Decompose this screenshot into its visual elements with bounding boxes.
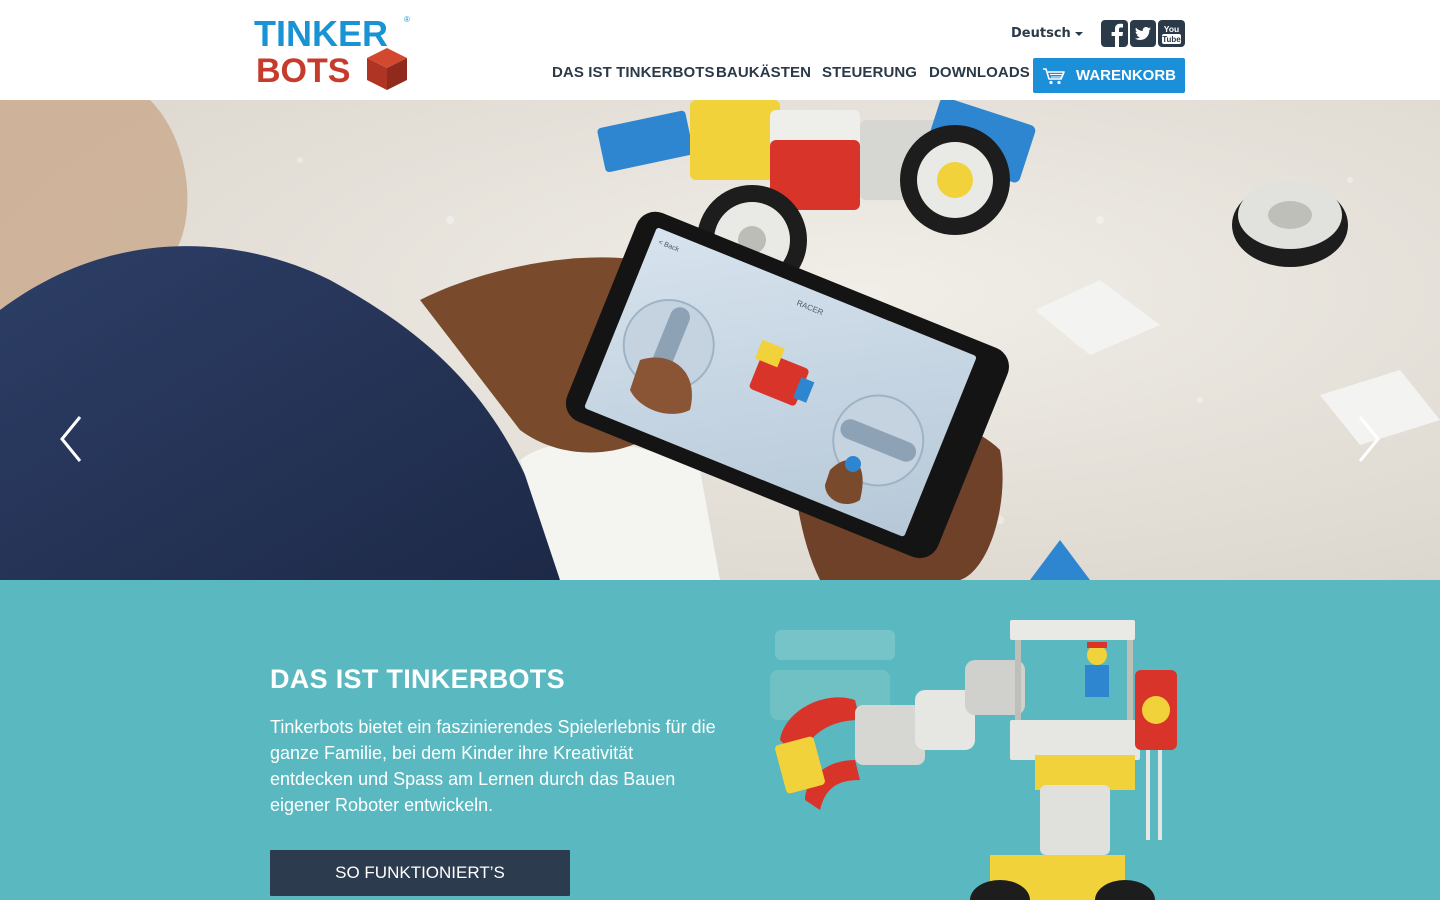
youtube-icon[interactable]: You Tube: [1158, 20, 1185, 47]
nav-downloads[interactable]: DOWNLOADS: [929, 64, 1030, 81]
section-heading: DAS IST TINKERBOTS: [270, 664, 565, 694]
svg-text:TINKER: TINKER: [254, 14, 388, 54]
svg-text:®: ®: [404, 15, 410, 24]
svg-text:You: You: [1164, 24, 1179, 34]
language-selector[interactable]: Deutsch: [1011, 26, 1083, 41]
hero-carousel: RACER < Back: [0, 100, 1440, 580]
facebook-icon[interactable]: [1101, 20, 1128, 47]
carousel-prev-arrow-icon[interactable]: [58, 415, 84, 463]
robot-crane-image: [770, 620, 1177, 900]
language-label: Deutsch: [1011, 26, 1071, 41]
twitter-icon[interactable]: [1130, 20, 1156, 47]
cart-label: WARENKORB: [1076, 67, 1176, 84]
shopping-cart-icon: [1043, 67, 1065, 84]
hero-image: RACER < Back: [0, 100, 1440, 580]
intro-section: DAS IST TINKERBOTS Tinkerbots bietet ein…: [0, 580, 1440, 900]
nav-baukaesten[interactable]: BAUKÄSTEN: [716, 64, 811, 81]
section-description: Tinkerbots bietet ein faszinierendes Spi…: [270, 717, 716, 815]
tinkerbots-logo[interactable]: TINKER ® BOTS: [254, 14, 414, 90]
svg-text:BOTS: BOTS: [256, 52, 350, 90]
nav-steuerung[interactable]: STEUERUNG: [822, 64, 917, 81]
caret-down-icon: [1074, 31, 1083, 36]
carousel-next-arrow-icon[interactable]: [1356, 415, 1382, 463]
how-it-works-button[interactable]: SO FUNKTIONIERT’S: [270, 850, 570, 896]
svg-text:Tube: Tube: [1162, 35, 1181, 44]
nav-das-ist-tinkerbots[interactable]: DAS IST TINKERBOTS: [552, 64, 715, 81]
site-header: TINKER ® BOTS Deutsch You Tube DAS IST T…: [0, 0, 1440, 100]
cart-button[interactable]: WARENKORB: [1033, 58, 1185, 93]
